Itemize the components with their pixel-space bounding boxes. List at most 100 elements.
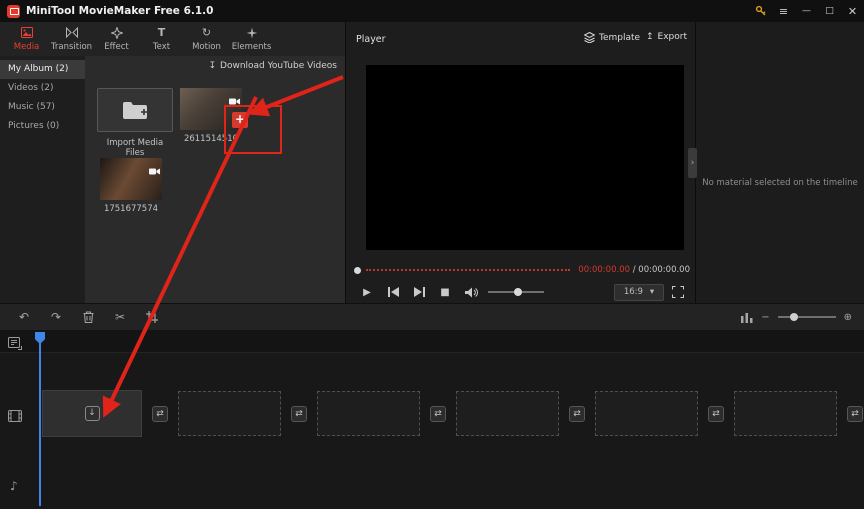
- crop-button[interactable]: [136, 311, 168, 323]
- zoom-handle[interactable]: [789, 313, 798, 321]
- app-window: MiniTool MovieMaker Free 6.1.0 ≡ — □ ✕ M…: [0, 0, 864, 509]
- download-icon: ↧: [208, 61, 217, 71]
- add-to-timeline-button[interactable]: +: [232, 112, 248, 128]
- tab-label: Elements: [231, 41, 272, 52]
- effect-icon: [110, 26, 123, 39]
- ribbon-tabs: Media Transition Effect T Text ↻ Motion: [0, 22, 345, 56]
- time-display: 00:00:00.00 / 00:00:00.00: [578, 265, 690, 275]
- media-item-2-name: 1751677574: [103, 204, 159, 214]
- elements-icon: [246, 27, 258, 39]
- player-title: Player: [356, 34, 386, 45]
- tab-elements[interactable]: Elements: [229, 27, 274, 52]
- clip-placeholder[interactable]: [178, 391, 281, 436]
- app-logo-icon: [7, 4, 20, 18]
- transition-slot-icon[interactable]: ⇄: [569, 405, 585, 422]
- sidebar-item-my-album[interactable]: My Album (2): [0, 60, 85, 79]
- redo-button[interactable]: ↷: [40, 310, 72, 324]
- clip-placeholder[interactable]: [734, 391, 837, 436]
- timeline-drop-slot[interactable]: ↓: [42, 390, 142, 437]
- properties-panel: No material selected on the timeline: [695, 22, 864, 303]
- tab-transition[interactable]: Transition: [49, 27, 94, 52]
- timeline-zoom-controls: − ⊕: [741, 311, 864, 323]
- import-media-label: Import Media Files: [106, 138, 164, 158]
- stop-button[interactable]: ■: [432, 287, 458, 298]
- tab-label: Transition: [50, 41, 93, 52]
- delete-button[interactable]: [72, 311, 104, 323]
- maximize-button[interactable]: □: [818, 0, 841, 22]
- motion-icon: ↻: [201, 25, 212, 39]
- undo-button[interactable]: ↶: [8, 310, 40, 324]
- transition-slot-icon[interactable]: ⇄: [291, 405, 307, 422]
- clip-placeholder[interactable]: [317, 391, 420, 436]
- volume-icon[interactable]: [458, 287, 484, 298]
- tab-effect[interactable]: Effect: [94, 26, 139, 52]
- tab-label: Text: [152, 41, 171, 52]
- panel-collapse-handle[interactable]: ›: [688, 148, 697, 178]
- sidebar-item-music[interactable]: Music (57): [0, 98, 85, 117]
- split-button[interactable]: ✂: [104, 310, 136, 324]
- video-camera-icon: [229, 90, 240, 109]
- player-panel: Player Template ↥ Export 00:00:00.00 / 0…: [345, 22, 695, 303]
- transition-slot-icon[interactable]: ⇄: [152, 405, 168, 422]
- timeline-ruler[interactable]: [0, 331, 864, 353]
- sidebar-item-pictures[interactable]: Pictures (0): [0, 117, 85, 136]
- previous-frame-button[interactable]: [380, 287, 406, 297]
- tab-media[interactable]: Media: [4, 27, 49, 52]
- export-button[interactable]: ↥ Export: [646, 32, 687, 42]
- clip-placeholder[interactable]: [595, 391, 698, 436]
- folder-plus-icon: [123, 102, 147, 119]
- seek-handle[interactable]: [354, 266, 361, 274]
- playhead-line[interactable]: [39, 332, 41, 506]
- volume-slider[interactable]: [488, 288, 544, 296]
- export-label: Export: [657, 32, 688, 42]
- template-label: Template: [599, 32, 641, 43]
- tab-motion[interactable]: ↻ Motion: [184, 25, 229, 52]
- tab-label: Motion: [192, 41, 221, 52]
- template-button[interactable]: Template: [584, 32, 640, 43]
- seek-track[interactable]: [366, 269, 571, 271]
- menu-icon[interactable]: ≡: [772, 0, 795, 22]
- timeline-zoom-slider[interactable]: [777, 313, 836, 321]
- text-icon: T: [157, 25, 166, 39]
- media-item-2[interactable]: [100, 158, 162, 200]
- timeline-toolbar: ↶ ↷ ✂ − ⊕: [0, 303, 864, 331]
- sidebar-item-videos[interactable]: Videos (2): [0, 79, 85, 98]
- transition-slot-icon[interactable]: ⇄: [430, 405, 446, 422]
- fullscreen-button[interactable]: [672, 286, 684, 298]
- close-button[interactable]: ✕: [841, 0, 864, 22]
- download-youtube-button[interactable]: ↧ Download YouTube Videos: [208, 61, 337, 71]
- volume-handle[interactable]: [514, 288, 522, 296]
- tab-label: Effect: [104, 41, 129, 52]
- timeline[interactable]: ♪ ↓ ⇄ ⇄ ⇄ ⇄ ⇄ ⇄: [0, 331, 864, 509]
- play-button[interactable]: ▶: [354, 287, 380, 298]
- track-manager-icon[interactable]: [8, 335, 22, 354]
- aspect-ratio-select[interactable]: 16:9 ▾: [614, 283, 664, 301]
- minimize-button[interactable]: —: [795, 0, 818, 22]
- app-title: MiniTool MovieMaker Free 6.1.0: [26, 5, 214, 17]
- export-icon: ↥: [646, 32, 654, 42]
- zoom-fit-icon[interactable]: ⊕: [844, 312, 852, 323]
- video-track[interactable]: ↓ ⇄ ⇄ ⇄ ⇄ ⇄ ⇄: [42, 390, 864, 437]
- music-track-icon: ♪: [10, 479, 18, 493]
- current-time: 00:00:00.00: [578, 265, 631, 275]
- playback-controls: ▶ ■ 16:9 ▾: [354, 282, 690, 302]
- zoom-out-icon[interactable]: −: [761, 312, 769, 323]
- media-icon: [20, 27, 33, 39]
- video-camera-icon: [149, 160, 160, 179]
- drop-media-icon: ↓: [84, 406, 100, 421]
- seek-bar[interactable]: 00:00:00.00 / 00:00:00.00: [354, 264, 690, 276]
- transition-slot-icon[interactable]: ⇄: [708, 405, 724, 422]
- tab-text[interactable]: T Text: [139, 25, 184, 52]
- transition-slot-icon[interactable]: ⇄: [847, 405, 863, 422]
- titlebar: MiniTool MovieMaker Free 6.1.0 ≡ — □ ✕: [0, 0, 864, 22]
- clip-placeholder[interactable]: [456, 391, 559, 436]
- tab-label: Media: [13, 41, 40, 52]
- aspect-ratio-value: 16:9: [623, 287, 643, 297]
- titlebar-buttons: ≡ — □ ✕: [749, 0, 864, 22]
- chevron-down-icon: ▾: [649, 287, 655, 297]
- import-media-card[interactable]: [97, 88, 173, 132]
- download-label: Download YouTube Videos: [220, 61, 337, 71]
- next-frame-button[interactable]: [406, 287, 432, 297]
- video-preview: [366, 65, 684, 250]
- license-key-icon[interactable]: [749, 0, 772, 22]
